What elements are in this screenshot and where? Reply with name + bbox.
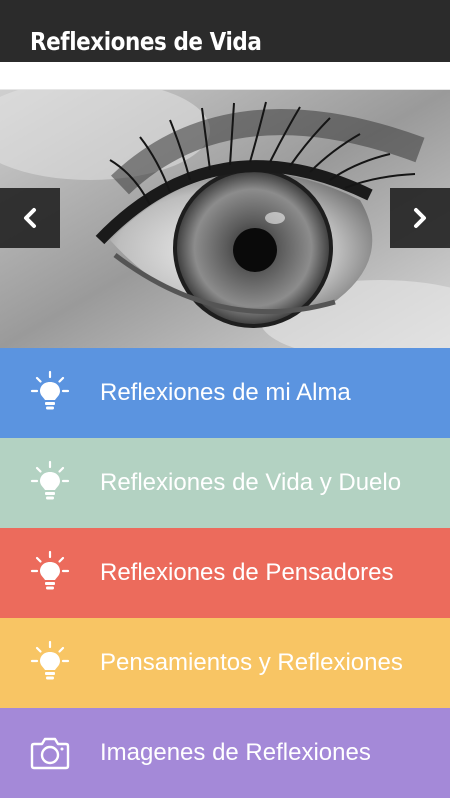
menu-item-label: Imagenes de Reflexiones <box>100 739 371 766</box>
app-screen: Reflexiones de Vida Reflexiones de mi Al… <box>0 0 450 800</box>
slider-prev-button[interactable] <box>0 188 60 248</box>
chevron-left-icon <box>24 208 36 228</box>
app-title: Reflexiones de Vida <box>30 27 262 56</box>
menu-item-reflexiones-vida-duelo[interactable]: Reflexiones de Vida y Duelo <box>0 438 450 528</box>
menu-item-reflexiones-mi-alma[interactable]: Reflexiones de mi Alma <box>0 348 450 438</box>
lightbulb-icon <box>30 460 70 500</box>
lightbulb-icon <box>30 640 70 680</box>
chevron-right-icon <box>414 208 426 228</box>
image-slider[interactable] <box>0 90 450 348</box>
menu-item-imagenes-reflexiones[interactable]: Imagenes de Reflexiones <box>0 708 450 798</box>
app-header: Reflexiones de Vida <box>0 0 450 62</box>
main-menu: Reflexiones de mi Alma Reflexiones de Vi… <box>0 348 450 798</box>
menu-item-pensamientos-reflexiones[interactable]: Pensamientos y Reflexiones <box>0 618 450 708</box>
lightbulb-icon <box>30 370 70 410</box>
menu-item-label: Pensamientos y Reflexiones <box>100 649 403 676</box>
menu-item-label: Reflexiones de Vida y Duelo <box>100 469 402 496</box>
menu-item-label: Reflexiones de Pensadores <box>100 559 394 586</box>
camera-icon <box>30 737 70 770</box>
header-spacer <box>0 62 450 90</box>
slider-next-button[interactable] <box>390 188 450 248</box>
lightbulb-icon <box>30 550 70 590</box>
menu-item-reflexiones-pensadores[interactable]: Reflexiones de Pensadores <box>0 528 450 618</box>
eye-photo <box>0 90 450 348</box>
menu-item-label: Reflexiones de mi Alma <box>100 379 351 406</box>
